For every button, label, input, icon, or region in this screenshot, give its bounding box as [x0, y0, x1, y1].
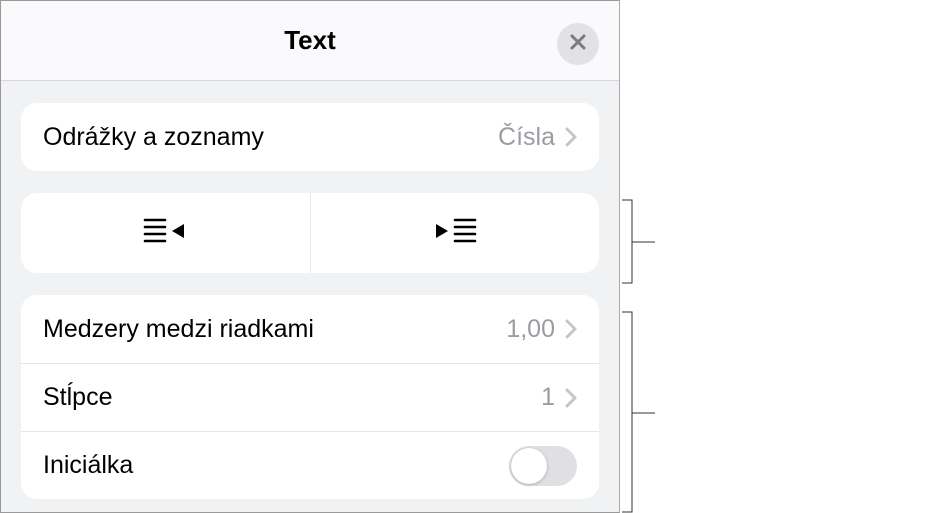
- bullets-value: Čísla: [498, 123, 555, 152]
- close-icon: [569, 33, 587, 56]
- bullets-label: Odrážky a zoznamy: [43, 123, 264, 152]
- bullets-lists-row[interactable]: Odrážky a zoznamy Čísla: [21, 103, 599, 171]
- line-spacing-row[interactable]: Medzery medzi riadkami 1,00: [21, 295, 599, 363]
- columns-row[interactable]: Stĺpce 1: [21, 363, 599, 431]
- text-panel: Text Odrážky a zoznamy Čísla: [0, 0, 620, 513]
- panel-title: Text: [284, 25, 336, 56]
- close-button[interactable]: [557, 23, 599, 65]
- indent-section: [21, 193, 599, 273]
- drop-cap-label: Iniciálka: [43, 451, 133, 480]
- line-spacing-value: 1,00: [506, 315, 555, 344]
- columns-value-wrap: 1: [541, 383, 577, 412]
- drop-cap-toggle[interactable]: [509, 446, 577, 486]
- chevron-right-icon: [565, 388, 577, 408]
- paragraph-section: Medzery medzi riadkami 1,00 Stĺpce 1 Ini…: [21, 295, 599, 499]
- columns-value: 1: [541, 383, 555, 412]
- panel-header: Text: [1, 1, 619, 81]
- indent-button-row: [21, 193, 599, 273]
- line-spacing-label: Medzery medzi riadkami: [43, 315, 314, 344]
- indent-icon: [432, 216, 478, 251]
- columns-label: Stĺpce: [43, 383, 112, 412]
- drop-cap-row: Iniciálka: [21, 431, 599, 499]
- outdent-icon: [142, 216, 188, 251]
- line-spacing-value-wrap: 1,00: [506, 315, 577, 344]
- toggle-knob: [511, 448, 547, 484]
- chevron-right-icon: [565, 319, 577, 339]
- callout-brackets: [620, 0, 680, 513]
- indent-button[interactable]: [310, 193, 600, 273]
- bullets-section: Odrážky a zoznamy Čísla: [21, 103, 599, 171]
- drop-cap-toggle-wrap: [509, 446, 577, 486]
- chevron-right-icon: [565, 127, 577, 147]
- outdent-button[interactable]: [21, 193, 310, 273]
- bullets-value-wrap: Čísla: [498, 123, 577, 152]
